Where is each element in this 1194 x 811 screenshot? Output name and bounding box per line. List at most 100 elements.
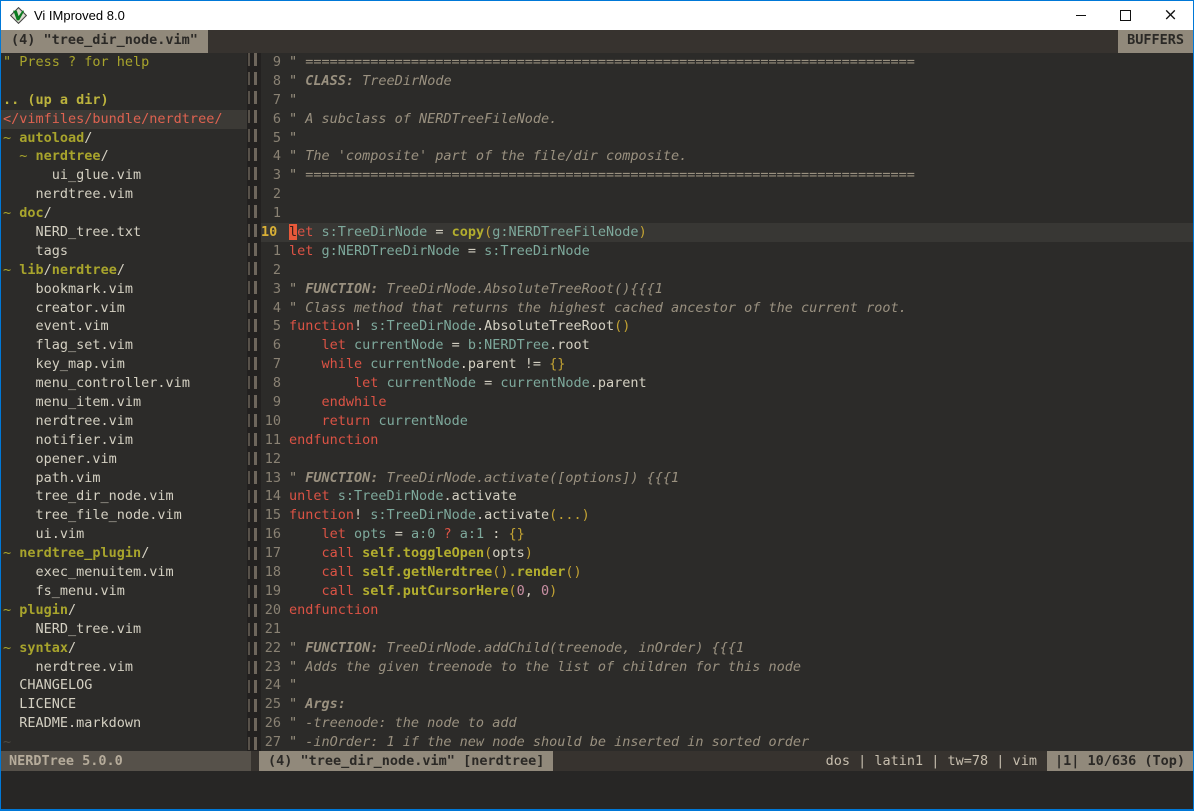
tree-dir[interactable]: ~ plugin/ <box>3 601 247 620</box>
code-line[interactable]: 17 call self.toggleOpen(opts) <box>261 544 1193 563</box>
tree-dir[interactable]: ~ lib/nerdtree/ <box>3 261 247 280</box>
code-line[interactable]: 5" <box>261 129 1193 148</box>
tree-file[interactable]: event.vim <box>3 317 247 336</box>
code-text: " Class method that returns the highest … <box>289 299 1193 318</box>
code-line[interactable]: 3" FUNCTION: TreeDirNode.AbsoluteTreeRoo… <box>261 280 1193 299</box>
tree-file[interactable]: creator.vim <box>3 299 247 318</box>
code-line[interactable]: 14unlet s:TreeDirNode.activate <box>261 487 1193 506</box>
code-segment: Args: <box>305 696 346 712</box>
tree-file[interactable]: path.vim <box>3 469 247 488</box>
tree-dir[interactable]: ~ nerdtree_plugin/ <box>3 544 247 563</box>
code-line[interactable]: 13" FUNCTION: TreeDirNode.activate([opti… <box>261 469 1193 488</box>
tree-dir[interactable]: ~ syntax/ <box>3 639 247 658</box>
tree-file[interactable]: README.markdown <box>3 714 247 733</box>
tree-file[interactable]: nerdtree.vim <box>3 185 247 204</box>
code-line[interactable]: 25" Args: <box>261 695 1193 714</box>
code-text: let s:TreeDirNode = copy(g:NERDTreeFileN… <box>289 223 1193 242</box>
close-button[interactable]: × <box>1148 1 1193 30</box>
code-line[interactable]: 27" -inOrder: 1 if the new node should b… <box>261 733 1193 751</box>
tree-file[interactable]: flag_set.vim <box>3 336 247 355</box>
code-line[interactable]: 20endfunction <box>261 601 1193 620</box>
tree-file[interactable]: tree_dir_node.vim <box>3 487 247 506</box>
tree-dir[interactable]: ~ autoload/ <box>3 129 247 148</box>
tab-tree-dir-node[interactable]: (4) "tree_dir_node.vim" <box>1 30 208 53</box>
tree-file[interactable]: ui_glue.vim <box>3 166 247 185</box>
code-line[interactable]: 8" CLASS: TreeDirNode <box>261 72 1193 91</box>
code-line[interactable]: 12 <box>261 450 1193 469</box>
code-segment: opts <box>492 545 525 561</box>
vim-icon <box>10 7 27 24</box>
statusline-position: |1| 10/636 (Top) <box>1047 751 1193 771</box>
code-segment: self.getNerdtree <box>362 564 492 580</box>
tree-file[interactable]: NERD_tree.txt <box>3 223 247 242</box>
tree-file[interactable]: NERD_tree.vim <box>3 620 247 639</box>
tree-root[interactable]: </vimfiles/bundle/nerdtree/ <box>1 110 247 129</box>
code-line[interactable]: 26" -treenode: the node to add <box>261 714 1193 733</box>
tree-file[interactable]: tree_file_node.vim <box>3 506 247 525</box>
code-line[interactable]: 22" FUNCTION: TreeDirNode.addChild(treen… <box>261 639 1193 658</box>
tree-file[interactable]: menu_item.vim <box>3 393 247 412</box>
code-line[interactable]: 19 call self.putCursorHere(0, 0) <box>261 582 1193 601</box>
code-segment <box>289 545 322 561</box>
tree-file[interactable]: LICENCE <box>3 695 247 714</box>
line-number: 5 <box>261 129 289 148</box>
tree-file[interactable]: ui.vim <box>3 525 247 544</box>
code-line[interactable]: 6 let currentNode = b:NERDTree.root <box>261 336 1193 355</box>
code-segment: = <box>387 526 411 542</box>
tree-dir[interactable]: ~ doc/ <box>3 204 247 223</box>
statusline-meta: dos | latin1 | tw=78 | vim <box>816 751 1047 771</box>
tree-file[interactable]: key_map.vim <box>3 355 247 374</box>
code-line[interactable]: 4" Class method that returns the highest… <box>261 299 1193 318</box>
code-line[interactable]: 10let s:TreeDirNode = copy(g:NERDTreeFil… <box>261 223 1193 242</box>
tree-file[interactable]: opener.vim <box>3 450 247 469</box>
code-segment <box>354 583 362 599</box>
code-line[interactable]: 3" =====================================… <box>261 166 1193 185</box>
code-line[interactable]: 8 let currentNode = currentNode.parent <box>261 374 1193 393</box>
code-segment: s:TreeDirNode <box>322 224 428 240</box>
code-line[interactable]: 2 <box>261 185 1193 204</box>
tree-dir[interactable]: ~ nerdtree/ <box>3 147 247 166</box>
code-line[interactable]: 7 while currentNode.parent != {} <box>261 355 1193 374</box>
command-line[interactable] <box>1 771 1193 809</box>
code-line[interactable]: 18 call self.getNerdtree().render() <box>261 563 1193 582</box>
code-line[interactable]: 9" =====================================… <box>261 53 1193 72</box>
tree-file[interactable]: exec_menuitem.vim <box>3 563 247 582</box>
tree-file[interactable]: fs_menu.vim <box>3 582 247 601</box>
code-line[interactable]: 1 <box>261 204 1193 223</box>
tree-file[interactable]: nerdtree.vim <box>3 658 247 677</box>
code-segment: let <box>289 243 313 259</box>
code-segment: g:NERDTreeFileNode <box>492 224 638 240</box>
code-segment: currentNode <box>378 413 467 429</box>
code-line[interactable]: 1let g:NERDTreeDirNode = s:TreeDirNode <box>261 242 1193 261</box>
code-segment: s:TreeDirNode <box>370 318 476 334</box>
code-line[interactable]: 2 <box>261 261 1193 280</box>
tree-file[interactable]: nerdtree.vim <box>3 412 247 431</box>
minimize-button[interactable] <box>1058 1 1103 30</box>
code-text: function! s:TreeDirNode.activate(...) <box>289 506 1193 525</box>
code-line[interactable]: 23" Adds the given treenode to the list … <box>261 658 1193 677</box>
tree-file[interactable]: CHANGELOG <box>3 676 247 695</box>
code-line[interactable]: 11endfunction <box>261 431 1193 450</box>
maximize-button[interactable] <box>1103 1 1148 30</box>
editor-panel: 9" =====================================… <box>261 53 1193 751</box>
code-line[interactable]: 5function! s:TreeDirNode.AbsoluteTreeRoo… <box>261 317 1193 336</box>
code-line[interactable]: 21 <box>261 620 1193 639</box>
tree-up-a-dir[interactable]: .. (up a dir) <box>3 91 247 110</box>
code-segment: " <box>289 130 297 146</box>
code-line[interactable]: 10 return currentNode <box>261 412 1193 431</box>
code-line[interactable]: 7" <box>261 91 1193 110</box>
code-segment: / <box>101 148 109 164</box>
code-line[interactable]: 16 let opts = a:0 ? a:1 : {} <box>261 525 1193 544</box>
tree-file[interactable]: tags <box>3 242 247 261</box>
code-line[interactable]: 4" The 'composite' part of the file/dir … <box>261 147 1193 166</box>
window-separator[interactable] <box>247 53 261 751</box>
code-line[interactable]: 24" <box>261 676 1193 695</box>
code-segment: TreeDirNode.activate([options]) {{{1 <box>378 470 679 486</box>
code-line[interactable]: 6" A subclass of NERDTreeFileNode. <box>261 110 1193 129</box>
tree-file[interactable]: bookmark.vim <box>3 280 247 299</box>
tree-file[interactable]: notifier.vim <box>3 431 247 450</box>
code-line[interactable]: 9 endwhile <box>261 393 1193 412</box>
code-line[interactable]: 15function! s:TreeDirNode.activate(...) <box>261 506 1193 525</box>
code-segment: () <box>614 318 630 334</box>
tree-file[interactable]: menu_controller.vim <box>3 374 247 393</box>
